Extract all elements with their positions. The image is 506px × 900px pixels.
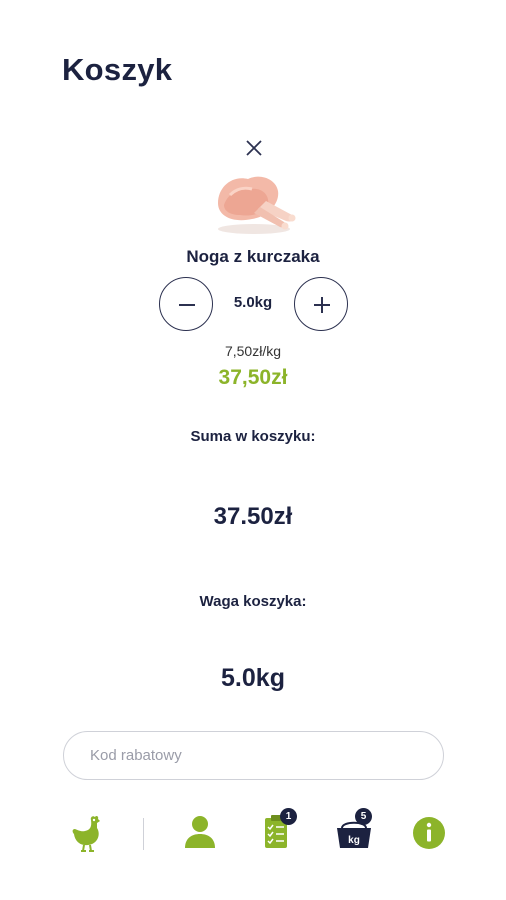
nav-products[interactable] [66, 808, 110, 858]
increase-quantity-button[interactable] [294, 277, 348, 331]
cart-badge: 5 [355, 808, 372, 825]
decrease-quantity-button[interactable] [159, 277, 213, 331]
cart-weight-label: Waga koszyka: [199, 593, 307, 610]
chicken-icon [72, 815, 100, 852]
quantity-value: 5.0kg [233, 294, 273, 311]
nav-cart[interactable]: kg 5 [332, 808, 376, 858]
cart-weight-value: 5.0kg [221, 664, 285, 692]
product-image [218, 176, 296, 234]
product-name: Noga z kurczaka [186, 247, 320, 266]
minus-icon [179, 304, 195, 306]
bottom-navigation: 1 kg 5 [0, 808, 506, 858]
page-title: Koszyk [62, 52, 173, 87]
unit-price: 7,50zł/kg [224, 343, 282, 359]
info-icon [413, 817, 445, 849]
coupon-code-input[interactable] [63, 731, 444, 780]
cart-sum-value: 37.50zł [213, 503, 293, 530]
nav-account[interactable] [178, 808, 222, 858]
plus-icon [314, 297, 330, 313]
nav-info[interactable] [407, 808, 451, 858]
item-total: 37,50zł [218, 366, 288, 389]
nav-orders[interactable]: 1 [255, 808, 299, 858]
basket-kg-label: kg [348, 835, 360, 846]
user-icon [185, 816, 215, 848]
remove-item-button[interactable] [240, 134, 268, 162]
quantity-stepper: 5.0kg [0, 277, 506, 333]
close-icon [246, 140, 262, 156]
nav-divider [143, 818, 144, 850]
orders-badge: 1 [280, 808, 297, 825]
cart-sum-label: Suma w koszyku: [190, 428, 316, 445]
